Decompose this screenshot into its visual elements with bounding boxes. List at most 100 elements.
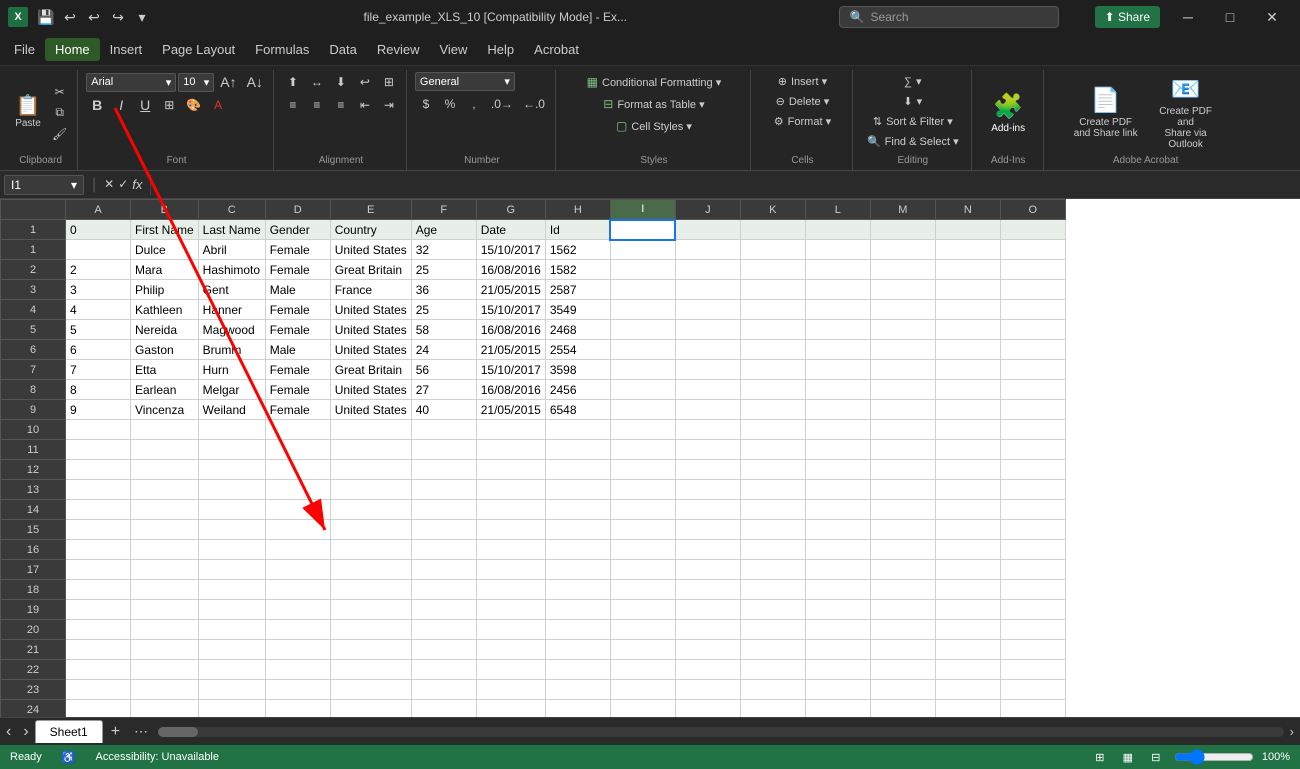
format-painter-button[interactable]: 🖌 xyxy=(48,124,71,144)
menu-help[interactable]: Help xyxy=(477,38,524,61)
cell-14-9[interactable] xyxy=(610,480,675,500)
cell-12-9[interactable] xyxy=(610,440,675,460)
cell-8-3[interactable]: Hurn xyxy=(198,360,265,380)
cell-1-6[interactable]: Age xyxy=(411,220,476,240)
cell-17-2[interactable] xyxy=(131,540,199,560)
cell-23-9[interactable] xyxy=(610,660,675,680)
cell-14-7[interactable] xyxy=(476,480,545,500)
cell-18-14[interactable] xyxy=(935,560,1000,580)
cell-5-14[interactable] xyxy=(935,300,1000,320)
cell-14-5[interactable] xyxy=(330,480,411,500)
cell-9-10[interactable] xyxy=(675,380,740,400)
cell-6-14[interactable] xyxy=(935,320,1000,340)
cell-2-10[interactable] xyxy=(675,240,740,260)
row-header-5[interactable]: 4 xyxy=(1,300,66,320)
cell-23-2[interactable] xyxy=(131,660,199,680)
cell-21-2[interactable] xyxy=(131,620,199,640)
row-header-22[interactable]: 21 xyxy=(1,640,66,660)
align-bottom-button[interactable]: ⬇ xyxy=(330,72,352,92)
cell-24-12[interactable] xyxy=(805,680,870,700)
cell-10-12[interactable] xyxy=(805,400,870,420)
cell-14-3[interactable] xyxy=(198,480,265,500)
cell-5-2[interactable]: Kathleen xyxy=(131,300,199,320)
cell-21-1[interactable] xyxy=(66,620,131,640)
cell-5-7[interactable]: 15/10/2017 xyxy=(476,300,545,320)
cell-15-4[interactable] xyxy=(265,500,330,520)
cell-19-8[interactable] xyxy=(545,580,610,600)
cell-4-11[interactable] xyxy=(740,280,805,300)
cell-12-2[interactable] xyxy=(131,440,199,460)
col-header-i[interactable]: I xyxy=(610,200,675,220)
row-header-20[interactable]: 19 xyxy=(1,600,66,620)
row-header-14[interactable]: 13 xyxy=(1,480,66,500)
cell-17-5[interactable] xyxy=(330,540,411,560)
cell-7-11[interactable] xyxy=(740,340,805,360)
increase-indent-button[interactable]: ⇥ xyxy=(378,95,400,115)
cell-3-7[interactable]: 16/08/2016 xyxy=(476,260,545,280)
undo-2-icon[interactable]: ↩ xyxy=(84,7,104,27)
cell-22-8[interactable] xyxy=(545,640,610,660)
cell-14-6[interactable] xyxy=(411,480,476,500)
cell-18-1[interactable] xyxy=(66,560,131,580)
cell-25-2[interactable] xyxy=(131,700,199,718)
cell-8-2[interactable]: Etta xyxy=(131,360,199,380)
cell-13-4[interactable] xyxy=(265,460,330,480)
sheet-tab-sheet1[interactable]: Sheet1 xyxy=(35,720,103,743)
cell-3-2[interactable]: Mara xyxy=(131,260,199,280)
underline-button[interactable]: U xyxy=(134,95,156,115)
row-header-10[interactable]: 9 xyxy=(1,400,66,420)
decrease-font-size-button[interactable]: A↓ xyxy=(243,72,267,92)
cell-7-9[interactable] xyxy=(610,340,675,360)
cell-24-5[interactable] xyxy=(330,680,411,700)
cell-11-10[interactable] xyxy=(675,420,740,440)
percent-button[interactable]: % xyxy=(439,94,461,114)
cell-1-8[interactable]: Id xyxy=(545,220,610,240)
cell-19-11[interactable] xyxy=(740,580,805,600)
fill-color-button[interactable]: 🎨 xyxy=(182,95,205,115)
cell-4-9[interactable] xyxy=(610,280,675,300)
cell-3-11[interactable] xyxy=(740,260,805,280)
cell-12-10[interactable] xyxy=(675,440,740,460)
cell-9-1[interactable]: 8 xyxy=(66,380,131,400)
row-header-23[interactable]: 22 xyxy=(1,660,66,680)
col-header-b[interactable]: B xyxy=(131,200,199,220)
cell-22-15[interactable] xyxy=(1000,640,1065,660)
cell-25-15[interactable] xyxy=(1000,700,1065,718)
cell-19-3[interactable] xyxy=(198,580,265,600)
cell-17-6[interactable] xyxy=(411,540,476,560)
cell-25-6[interactable] xyxy=(411,700,476,718)
cell-18-5[interactable] xyxy=(330,560,411,580)
cell-6-12[interactable] xyxy=(805,320,870,340)
cell-2-13[interactable] xyxy=(870,240,935,260)
cell-21-13[interactable] xyxy=(870,620,935,640)
cell-14-12[interactable] xyxy=(805,480,870,500)
cell-7-14[interactable] xyxy=(935,340,1000,360)
cell-14-11[interactable] xyxy=(740,480,805,500)
cell-6-13[interactable] xyxy=(870,320,935,340)
cell-10-8[interactable]: 6548 xyxy=(545,400,610,420)
menu-data[interactable]: Data xyxy=(319,38,366,61)
cell-1-12[interactable] xyxy=(805,220,870,240)
cell-4-6[interactable]: 36 xyxy=(411,280,476,300)
page-layout-view-button[interactable]: ▦ xyxy=(1118,747,1138,767)
col-header-j[interactable]: J xyxy=(675,200,740,220)
cell-7-2[interactable]: Gaston xyxy=(131,340,199,360)
cell-21-10[interactable] xyxy=(675,620,740,640)
row-header-24[interactable]: 23 xyxy=(1,680,66,700)
cell-4-12[interactable] xyxy=(805,280,870,300)
create-pdf-share-button[interactable]: 📄 Create PDFand Share link xyxy=(1071,83,1141,142)
cell-16-11[interactable] xyxy=(740,520,805,540)
cell-1-15[interactable] xyxy=(1000,220,1065,240)
cell-25-12[interactable] xyxy=(805,700,870,718)
cell-22-5[interactable] xyxy=(330,640,411,660)
cell-13-12[interactable] xyxy=(805,460,870,480)
increase-decimal-button[interactable]: .0→ xyxy=(487,94,517,114)
cell-1-3[interactable]: Last Name xyxy=(198,220,265,240)
cell-2-7[interactable]: 15/10/2017 xyxy=(476,240,545,260)
cell-2-14[interactable] xyxy=(935,240,1000,260)
cell-21-9[interactable] xyxy=(610,620,675,640)
create-pdf-outlook-button[interactable]: 📧 Create PDF andShare via Outlook xyxy=(1151,72,1221,153)
cell-11-7[interactable] xyxy=(476,420,545,440)
cell-1-9[interactable] xyxy=(610,220,675,240)
cell-10-10[interactable] xyxy=(675,400,740,420)
